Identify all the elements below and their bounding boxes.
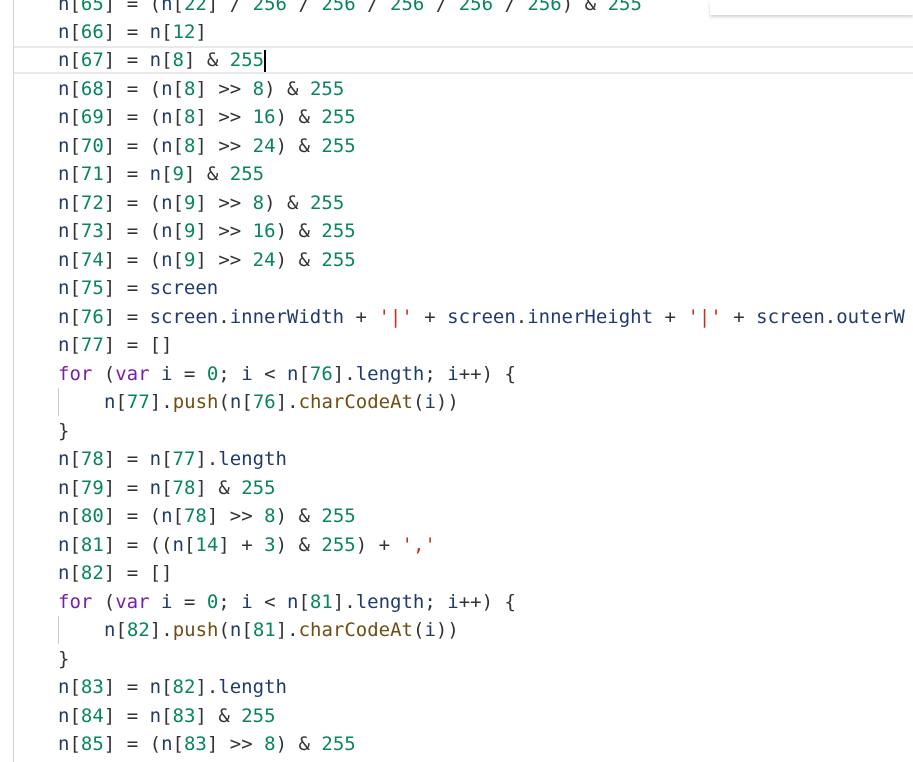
code-line[interactable]: n[72] = (n[9] >> 8) & 255 (58, 189, 344, 217)
code-line[interactable]: n[75] = screen (58, 274, 218, 302)
code-line[interactable]: n[84] = n[83] & 255 (58, 702, 276, 730)
code-line-text: n[67] = n[8] & 255 (58, 49, 265, 71)
code-line[interactable]: n[85] = (n[83] >> 8) & 255 (58, 730, 356, 758)
overlay-panel (710, 0, 913, 15)
code-line[interactable]: n[70] = (n[8] >> 24) & 255 (58, 132, 356, 160)
code-line[interactable]: n[74] = (n[9] >> 24) & 255 (58, 246, 356, 274)
code-line[interactable]: n[83] = n[82].length (58, 673, 287, 701)
code-editor[interactable]: n[65] = (n[22] / 256 / 256 / 256 / 256 /… (0, 0, 913, 762)
code-line[interactable]: n[68] = (n[8] >> 8) & 255 (58, 75, 344, 103)
code-line[interactable]: n[65] = (n[22] / 256 / 256 / 256 / 256 /… (58, 0, 642, 18)
code-line[interactable]: } (58, 417, 69, 445)
code-line[interactable]: } (58, 645, 69, 673)
code-line[interactable]: n[81] = ((n[14] + 3) & 255) + ',' (58, 531, 436, 559)
code-line[interactable]: for (var i = 0; i < n[76].length; i++) { (58, 360, 516, 388)
code-line[interactable]: n[69] = (n[8] >> 16) & 255 (58, 103, 356, 131)
code-line[interactable]: n[82] = [] (58, 559, 173, 587)
code-line[interactable]: n[82].push(n[81].charCodeAt(i)) (58, 616, 459, 644)
code-line[interactable]: n[71] = n[9] & 255 (58, 160, 264, 188)
code-line[interactable]: n[73] = (n[9] >> 16) & 255 (58, 217, 356, 245)
code-line[interactable]: n[80] = (n[78] >> 8) & 255 (58, 502, 356, 530)
code-line[interactable]: n[77].push(n[76].charCodeAt(i)) (58, 388, 459, 416)
current-code-line[interactable]: n[67] = n[8] & 255 (14, 46, 913, 74)
text-cursor (264, 49, 267, 72)
code-line[interactable]: n[79] = n[78] & 255 (58, 474, 276, 502)
code-line[interactable]: n[66] = n[12] (58, 18, 207, 46)
code-line[interactable]: n[77] = [] (58, 331, 173, 359)
code-line[interactable]: for (var i = 0; i < n[81].length; i++) { (58, 588, 516, 616)
code-line[interactable]: n[76] = screen.innerWidth + '|' + screen… (58, 303, 905, 331)
gutter-border (13, 0, 14, 762)
code-line[interactable]: n[78] = n[77].length (58, 445, 287, 473)
